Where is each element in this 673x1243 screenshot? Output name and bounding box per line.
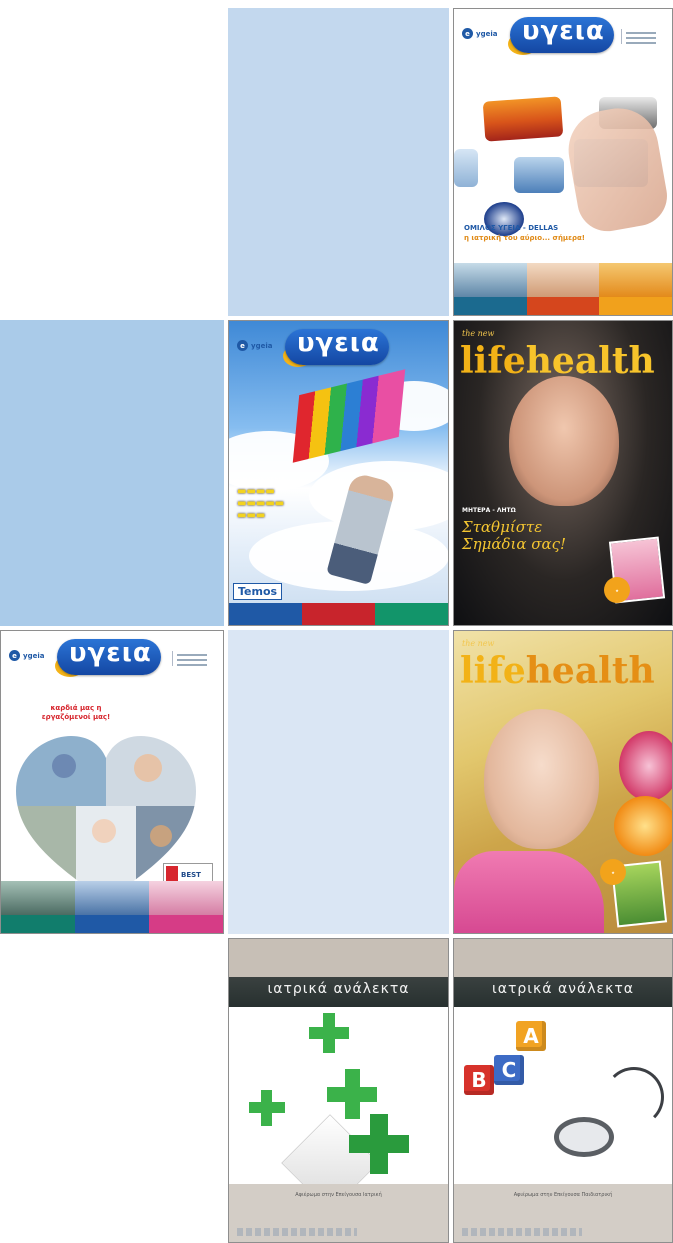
cover-headline: ΟΜΙΛΟΣ ΥΓΕΙΑ ▬▬▬▬ ▬▬▬▬▬ ▬▬▬ (237, 476, 347, 522)
footer-panel (526, 263, 600, 315)
letter-block: A (516, 1021, 546, 1051)
cross-icon (370, 1114, 388, 1174)
lifehealth-cover-2[interactable]: the new lifehealth ★ (453, 630, 673, 934)
temos-badge: Temos (233, 583, 283, 600)
ygeia-logo: υγεια (522, 16, 605, 46)
ygeia-brand-label: ygeia (476, 29, 498, 38)
ygeia-brand-icon: e (237, 340, 248, 351)
footer-panel (149, 881, 223, 933)
ygeia-logo: υγεια (69, 638, 152, 668)
ygeia-masthead: e ygeia υγεια (454, 9, 672, 64)
stethoscope-tube (604, 1067, 664, 1127)
cover-headline: ΟΜΙΛΟΣ ΥΓΕΙΑ - DELLAS η ιατρική του αύρι… (464, 223, 664, 243)
headline-highlight: ▬▬▬▬ ▬▬▬▬▬ ▬▬▬ (237, 486, 285, 521)
ygeia-brand: e ygeia (237, 340, 272, 351)
cover-top-band (454, 939, 672, 977)
cover-footer-strip (1, 881, 223, 933)
headline-main: ΟΜΙΛΟΣ ΥΓΕΙΑ (237, 476, 286, 483)
ygeia-masthead: e ygeia υγεια (229, 321, 448, 376)
iatrika-cover-2[interactable]: ιατρικά ανάλεκτα B A C Αφιέρωμα στην Επε… (453, 938, 673, 1243)
patient-figure (150, 825, 172, 847)
logo-health: health (525, 340, 655, 382)
lifehealth-cover-1[interactable]: the new lifehealth ΜΗΤΕΡΑ - ΛΗΤΩ Σταθμίσ… (453, 320, 673, 626)
masthead-side-text (621, 29, 662, 44)
lifehealth-logo: lifehealth (460, 651, 655, 691)
lh-small-label: the new (462, 329, 495, 338)
best-label: BEST (181, 871, 201, 879)
cover-footer-strip (454, 263, 672, 315)
ygeia-brand-icon: e (9, 650, 20, 661)
face-image (509, 376, 619, 506)
promo-badge: ★ (600, 859, 626, 885)
cover-image-area (229, 1007, 448, 1212)
ygeia-cover-2[interactable]: e ygeia υγεια ΟΜΙΛΟΣ ΥΓΕΙΑ ▬▬▬▬ ▬▬▬▬▬ ▬▬▬ … (228, 320, 449, 626)
cover-footer-strip (229, 603, 448, 625)
ygeia-cover-1[interactable]: e ygeia υγεια ΟΜΙΛΟΣ ΥΓΕΙΑ - DELLAS η ια… (453, 8, 673, 316)
cover-footer-logos (462, 1228, 582, 1236)
doctor-figure (52, 754, 76, 778)
blank-tile (0, 320, 224, 626)
shirt-image (454, 851, 604, 933)
journal-title: ιατρικά ανάλεκτα (267, 981, 410, 997)
ygeia-cover-3[interactable]: e ygeia υγεια καρδιά μας η εργαζόμενοί μ… (0, 630, 224, 934)
blank-tile (228, 8, 449, 316)
ygeia-brand: e ygeia (9, 650, 44, 661)
ygeia-brand-label: ygeia (23, 651, 45, 660)
cover-caption: Αφιέρωμα στην Επείγουσα Παιδιατρική (513, 1192, 613, 1198)
footer-panel (599, 263, 672, 315)
cross-icon (323, 1013, 335, 1053)
footer-panel (454, 263, 527, 315)
cover-top-band (229, 939, 448, 977)
masthead-side-text (172, 651, 213, 666)
letter-block: C (494, 1055, 524, 1085)
footer-panel (75, 881, 149, 933)
cover-image-area: B A C (454, 1007, 672, 1187)
kite-image (292, 369, 406, 463)
ygeia-logo: υγεια (297, 328, 380, 358)
headline-sub: η ιατρική του αύριο... σήμερα! (464, 234, 585, 242)
journal-title: ιατρικά ανάλεκτα (492, 981, 634, 997)
cross-icon (345, 1069, 360, 1119)
lifehealth-logo: lifehealth (460, 341, 655, 381)
cross-icon (261, 1090, 272, 1126)
cover-caption: Αφιέρωμα στην Επείγουσα Ιατρική (295, 1192, 382, 1198)
face-image (484, 709, 599, 849)
footer-panel (1, 881, 75, 933)
blank-tile (228, 630, 449, 934)
headline-main: ΟΜΙΛΟΣ ΥΓΕΙΑ - DELLAS (464, 224, 559, 232)
logo-health: health (525, 650, 655, 692)
nurse-figure (134, 754, 162, 782)
iatrika-cover-1[interactable]: ιατρικά ανάλεκτα Αφιέρωμα στην Επείγουσα… (228, 938, 449, 1243)
promo-badge: ★ (604, 577, 630, 603)
flower-image (619, 731, 672, 801)
ygeia-brand: e ygeia (462, 28, 497, 39)
ygeia-brand-label: ygeia (251, 341, 273, 350)
cover-footer-logos (237, 1228, 357, 1236)
logo-life: life (460, 650, 526, 692)
cover-headline: ΜΗΤΕΡΑ - ΛΗΤΩ (462, 507, 516, 514)
flower-image (614, 796, 672, 856)
letter-block: B (464, 1065, 494, 1095)
cover-script-title: Σταθμίστε Σημάδια σας! (462, 518, 567, 553)
logo-life: life (460, 340, 526, 382)
doctor-figure (92, 819, 116, 843)
stethoscope-image (554, 1117, 614, 1157)
ygeia-brand-icon: e (462, 28, 473, 39)
heart-title: καρδιά μας η εργαζόμενοί μας! (41, 704, 111, 721)
ygeia-masthead: e ygeia υγεια (1, 631, 223, 686)
cover-gallery: e ygeia υγεια ΟΜΙΛΟΣ ΥΓΕΙΑ - DELLAS η ια… (0, 0, 673, 1243)
lh-small-label: the new (462, 639, 495, 648)
